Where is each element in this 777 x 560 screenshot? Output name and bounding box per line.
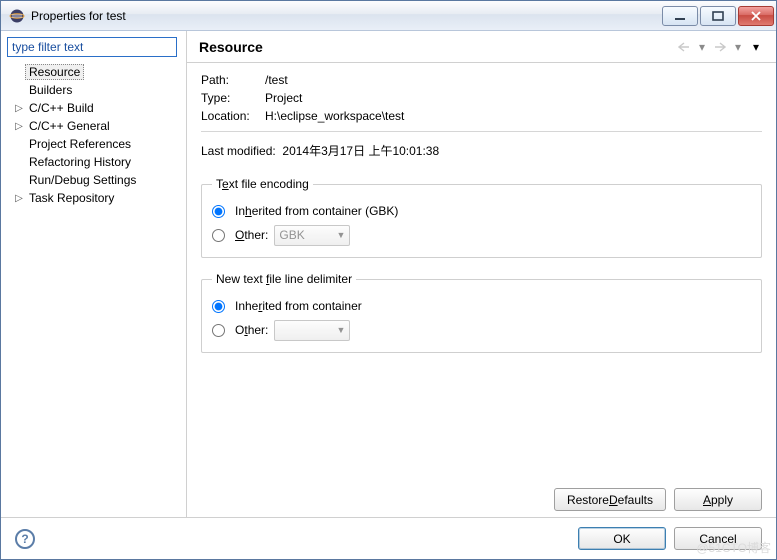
expand-icon[interactable]: ▷ bbox=[13, 103, 25, 114]
tree-item-resource[interactable]: Resource bbox=[7, 63, 182, 81]
separator bbox=[201, 131, 762, 132]
delimiter-legend: New text file line delimiter bbox=[212, 272, 356, 286]
main-panel: Resource ▾ ▾ ▾ Path: /test Type: Project… bbox=[187, 31, 776, 517]
menu-dropdown-icon[interactable]: ▾ bbox=[748, 39, 764, 55]
tree-item-task-repository[interactable]: ▷Task Repository bbox=[7, 189, 182, 207]
path-label: Path: bbox=[201, 73, 265, 87]
encoding-inherited-label: Inherited from container (GBK) bbox=[235, 204, 398, 218]
delimiter-inherited-radio[interactable] bbox=[212, 300, 225, 313]
type-label: Type: bbox=[201, 91, 265, 105]
restore-defaults-button[interactable]: Restore Defaults bbox=[554, 488, 666, 511]
expand-icon[interactable]: ▷ bbox=[13, 193, 25, 204]
encoding-inherited-radio[interactable] bbox=[212, 205, 225, 218]
type-value: Project bbox=[265, 91, 762, 105]
chevron-down-icon: ▼ bbox=[336, 325, 345, 335]
encoding-other-radio[interactable] bbox=[212, 229, 225, 242]
tree-item-run-debug[interactable]: Run/Debug Settings bbox=[7, 171, 182, 189]
cancel-button[interactable]: Cancel bbox=[674, 527, 762, 550]
window-title: Properties for test bbox=[31, 9, 662, 23]
tree-item-cpp-build[interactable]: ▷C/C++ Build bbox=[7, 99, 182, 117]
chevron-down-icon: ▼ bbox=[336, 230, 345, 240]
sidebar: Resource Builders ▷C/C++ Build ▷C/C++ Ge… bbox=[1, 31, 187, 517]
encoding-other-label: Other: bbox=[235, 228, 268, 242]
ok-button[interactable]: OK bbox=[578, 527, 666, 550]
dropdown-icon[interactable]: ▾ bbox=[730, 39, 746, 55]
forward-icon[interactable] bbox=[712, 39, 728, 55]
tree-item-project-references[interactable]: Project References bbox=[7, 135, 182, 153]
maximize-button[interactable] bbox=[700, 6, 736, 26]
delimiter-other-label: Other: bbox=[235, 323, 268, 337]
close-button[interactable] bbox=[738, 6, 774, 26]
tree-item-refactoring-history[interactable]: Refactoring History bbox=[7, 153, 182, 171]
filter-input[interactable] bbox=[7, 37, 177, 57]
expand-icon[interactable]: ▷ bbox=[13, 121, 25, 132]
encoding-other-combo[interactable]: GBK▼ bbox=[274, 225, 350, 246]
path-value: /test bbox=[265, 73, 762, 87]
tree-item-cpp-general[interactable]: ▷C/C++ General bbox=[7, 117, 182, 135]
last-modified: Last modified: 2014年3月17日 上午10:01:38 bbox=[201, 142, 762, 159]
page-title: Resource bbox=[199, 39, 676, 55]
minimize-button[interactable] bbox=[662, 6, 698, 26]
encoding-group: Text file encoding Inherited from contai… bbox=[201, 177, 762, 258]
back-icon[interactable] bbox=[676, 39, 692, 55]
delimiter-other-combo[interactable]: ▼ bbox=[274, 320, 350, 341]
titlebar: Properties for test bbox=[1, 1, 776, 31]
delimiter-inherited-label: Inherited from container bbox=[235, 299, 362, 313]
eclipse-icon bbox=[9, 8, 25, 24]
encoding-legend: Text file encoding bbox=[212, 177, 313, 191]
delimiter-other-radio[interactable] bbox=[212, 324, 225, 337]
delimiter-group: New text file line delimiter Inherited f… bbox=[201, 272, 762, 353]
tree: Resource Builders ▷C/C++ Build ▷C/C++ Ge… bbox=[7, 63, 182, 207]
help-icon[interactable]: ? bbox=[15, 529, 35, 549]
dropdown-icon[interactable]: ▾ bbox=[694, 39, 710, 55]
location-label: Location: bbox=[201, 109, 265, 123]
tree-item-builders[interactable]: Builders bbox=[7, 81, 182, 99]
apply-button[interactable]: Apply bbox=[674, 488, 762, 511]
location-value: H:\eclipse_workspace\test bbox=[265, 109, 762, 123]
